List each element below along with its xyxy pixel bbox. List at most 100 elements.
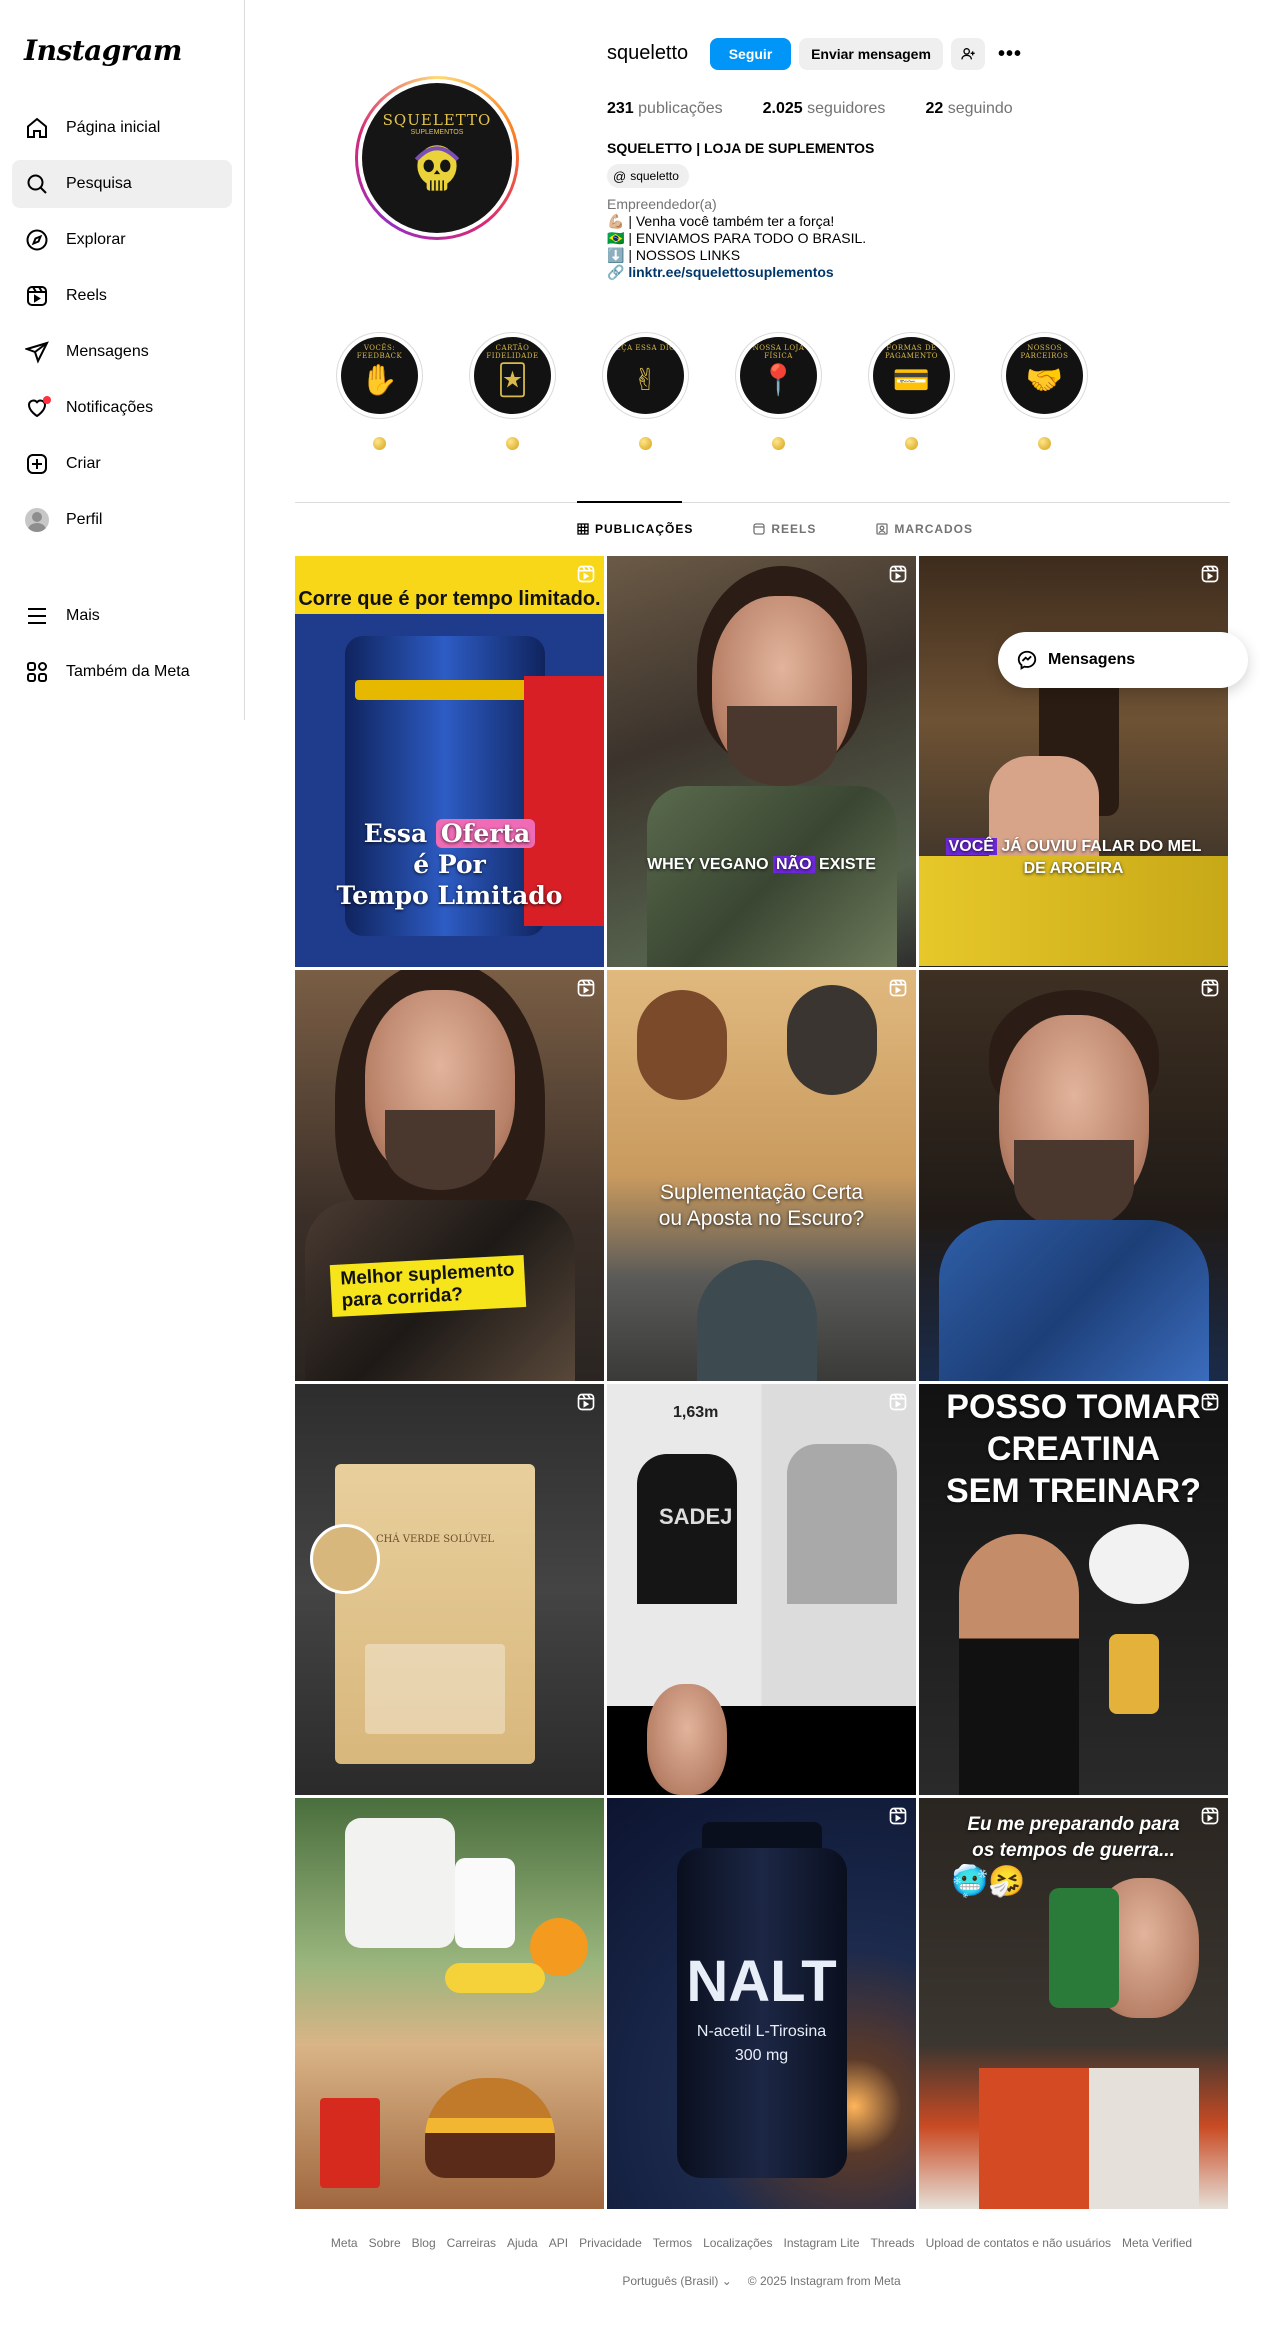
post-tile[interactable]: 1,63m SADEJ [607, 1384, 916, 1795]
threads-badge[interactable]: @ squeletto [607, 164, 689, 188]
followers-stat[interactable]: 2.025 seguidores [763, 100, 886, 118]
highlight-item[interactable]: FORMAS DE PAGAMENTO 💳 [868, 332, 955, 450]
following-stat[interactable]: 22 seguindo [925, 100, 1012, 118]
bio-line: 🇧🇷 | ENVIAMOS PARA TODO O BRASIL. [607, 230, 867, 246]
footer-link[interactable]: Privacidade [579, 2236, 642, 2250]
caption-line: é Por [413, 850, 486, 879]
messages-label: Mensagens [1048, 651, 1136, 668]
post-tile[interactable]: NALT N-acetil L-Tirosina 300 mg [607, 1798, 916, 2209]
send-message-button[interactable]: Enviar mensagem [799, 38, 943, 70]
tab-posts[interactable]: PUBLICAÇÕES [577, 522, 693, 536]
sidebar-item-also-from-meta[interactable]: Também da Meta [12, 648, 232, 696]
caption-line: POSSO TOMAR [946, 1388, 1201, 1426]
post-tile[interactable]: VOCÊ JÁ OUVIU FALAR DO MEL DE AROEIRA [919, 556, 1228, 967]
footer-link[interactable]: Blog [412, 2236, 436, 2250]
can-label-band [355, 680, 535, 700]
caption-line: VOCÊ JÁ OUVIU FALAR DO MEL [919, 836, 1228, 858]
notification-dot [43, 396, 51, 404]
sidebar-item-messages[interactable]: Mensagens [12, 328, 232, 376]
post-tile[interactable]: Corre que é por tempo limitado. Essa Ofe… [295, 556, 604, 967]
skull-icon [414, 145, 460, 191]
post-tile[interactable]: Melhor suplemento para corrida? [295, 970, 604, 1381]
person-thinking [959, 1534, 1079, 1795]
sidebar-item-search[interactable]: Pesquisa [12, 160, 232, 208]
post-headline: Corre que é por tempo limitado. [298, 588, 601, 610]
sidebar-item-explore[interactable]: Explorar [12, 216, 232, 264]
caption-line: Suplementação Certa [659, 1181, 864, 1204]
peace-hand-icon: ✌ [632, 364, 659, 397]
post-tile[interactable]: Eu me preparando para os tempos de guerr… [919, 1798, 1228, 2209]
suggested-users-button[interactable] [951, 38, 985, 70]
footer-link[interactable]: Meta Verified [1122, 2236, 1192, 2250]
footer-link[interactable]: Localizações [703, 2236, 772, 2250]
sidebar-item-more[interactable]: Mais [12, 592, 232, 640]
sidebar-item-notifications[interactable]: Notificações [12, 384, 232, 432]
posts-grid: Corre que é por tempo limitado. Essa Ofe… [295, 556, 1228, 2209]
active-tab-indicator [577, 501, 682, 503]
instagram-logo[interactable]: Instagram [24, 34, 182, 67]
footer-link[interactable]: Termos [653, 2236, 692, 2250]
sidebar-item-create[interactable]: Criar [12, 440, 232, 488]
footer-link[interactable]: API [549, 2236, 568, 2250]
more-options-button[interactable]: ••• [993, 38, 1027, 70]
post-tile[interactable] [919, 970, 1228, 1381]
profile-brand-sub: SUPLEMENTOS [410, 129, 464, 136]
highlight-item[interactable]: NOSSA LOJA FÍSICA 📍 [735, 332, 822, 450]
post-caption-overlay: WHEY VEGANO NÃO EXISTE [607, 856, 916, 874]
language-label: Português (Brasil) [622, 2274, 719, 2288]
post-tile[interactable] [295, 1798, 604, 2209]
supplement-jar [345, 1818, 455, 1948]
footer-link[interactable]: Sobre [369, 2236, 401, 2250]
highlight-title-icon [1038, 437, 1051, 450]
messages-floating-button[interactable]: Mensagens [998, 632, 1248, 688]
sidebar-item-reels[interactable]: Reels [12, 272, 232, 320]
post-tile[interactable]: Suplementação Certa ou Aposta no Escuro? [607, 970, 916, 1381]
footer-link[interactable]: Instagram Lite [783, 2236, 859, 2250]
highlight-ring: PEÇA ESSA DICA ✌ [602, 332, 689, 419]
caption-line: Essa Oferta [295, 818, 604, 849]
propolis-bottle [1049, 1888, 1119, 2008]
sidebar-item-home[interactable]: Página inicial [12, 104, 232, 152]
pouch-window [365, 1644, 505, 1734]
footer-link[interactable]: Carreiras [447, 2236, 496, 2250]
highlight-item[interactable]: VOCÊS: FEEDBACK ✋ [336, 332, 423, 450]
tab-reels[interactable]: REELS [753, 522, 816, 536]
thought-bubble [1089, 1524, 1189, 1604]
post-tile[interactable]: CHÁ VERDE SOLÚVEL [295, 1384, 604, 1795]
language-selector[interactable]: Português (Brasil) ⌄ [622, 2274, 731, 2288]
tab-label: MARCADOS [894, 522, 974, 536]
follow-button[interactable]: Seguir [710, 38, 791, 70]
post-tile[interactable]: POSSO TOMAR CREATINA SEM TREINAR? [919, 1384, 1228, 1795]
caption-part: EXISTE [814, 856, 876, 873]
post-caption-overlay: Essa Oferta é Por Tempo Limitado [295, 818, 604, 911]
sidebar-item-profile[interactable]: Perfil [12, 496, 232, 544]
highlight-item[interactable]: CARTÃO FIDELIDADE 🃏 [469, 332, 556, 450]
profile-bio: Empreendedor(a) 💪🏼 | Venha você também t… [607, 196, 866, 281]
tab-tagged[interactable]: MARCADOS [876, 522, 973, 536]
highlight-item[interactable]: NOSSOS PARCEIROS 🤝 [1001, 332, 1088, 450]
highlight-item[interactable]: PEÇA ESSA DICA ✌ [602, 332, 689, 450]
footer-link[interactable]: Threads [871, 2236, 915, 2250]
person-face [647, 1684, 727, 1795]
sidebar-item-label: Explorar [66, 231, 126, 248]
product-subtitle-line: 300 mg [734, 2047, 789, 2064]
sidebar-item-label: Também da Meta [66, 663, 190, 680]
profile-category: Empreendedor(a) [607, 196, 717, 212]
reel-indicator-icon [1201, 565, 1219, 583]
highlight-title-icon [373, 437, 386, 450]
profile-stats: 231 publicações 2.025 seguidores 22 segu… [607, 100, 1013, 118]
meta-apps-icon [24, 659, 50, 685]
profile-picture[interactable]: SQUELETTO SUPLEMENTOS [355, 76, 519, 240]
caption-highlight: Oferta [435, 819, 536, 848]
send-icon [24, 339, 50, 365]
reel-indicator-icon [889, 1393, 907, 1411]
profile-link[interactable]: linktr.ee/squelettosuplementos [628, 264, 833, 280]
product-box [979, 2068, 1089, 2209]
post-caption-tag: Melhor suplemento para corrida? [329, 1254, 527, 1318]
profile-link-row: 🔗 linktr.ee/squelettosuplementos [607, 264, 866, 281]
post-tile[interactable]: WHEY VEGANO NÃO EXISTE [607, 556, 916, 967]
footer-link[interactable]: Ajuda [507, 2236, 538, 2250]
pouch-label: CHÁ VERDE SOLÚVEL [375, 1534, 495, 1545]
footer-link[interactable]: Meta [331, 2236, 358, 2250]
footer-link[interactable]: Upload de contatos e não usuários [926, 2236, 1111, 2250]
